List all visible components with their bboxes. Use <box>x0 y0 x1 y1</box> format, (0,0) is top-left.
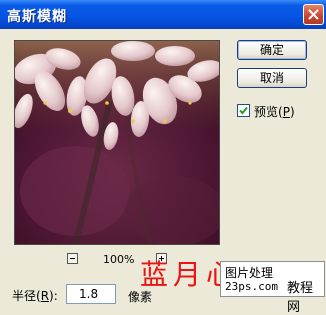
minus-icon <box>70 258 75 259</box>
radius-label-suffix: ): <box>49 289 58 303</box>
zoom-out-button[interactable] <box>67 253 78 264</box>
blur-preview-image[interactable] <box>14 40 220 245</box>
preview-mnemonic: P <box>282 105 290 119</box>
preview-checkbox[interactable] <box>237 104 250 117</box>
close-icon <box>308 9 319 20</box>
radius-label: 半径(R): <box>12 287 58 304</box>
zoom-level: 100% <box>103 253 135 266</box>
watermark-line-1: 图片处理 <box>225 266 274 280</box>
preview-label-suffix: ) <box>289 105 295 119</box>
radius-label-prefix: 半径( <box>12 289 41 303</box>
radius-mnemonic: R <box>40 289 50 303</box>
checkmark-icon <box>239 106 248 115</box>
watermark-line-3: 教程网 <box>287 281 314 315</box>
watermark-line-2: 23ps.com <box>225 280 278 293</box>
window-title: 高斯模糊 <box>7 9 67 25</box>
preview-label[interactable]: 预览(P) <box>254 103 295 120</box>
flower-preview <box>15 41 219 244</box>
cancel-button[interactable]: 取消 <box>237 68 307 88</box>
radius-input[interactable]: 1.8 <box>66 284 116 304</box>
ok-button[interactable]: 确定 <box>237 40 307 60</box>
watermark-site-badge: 图片处理 23ps.com 教程网 <box>220 261 325 315</box>
preview-label-prefix: 预览( <box>254 105 283 119</box>
close-button[interactable] <box>303 4 324 25</box>
title-bar[interactable]: 高斯模糊 <box>0 0 326 29</box>
